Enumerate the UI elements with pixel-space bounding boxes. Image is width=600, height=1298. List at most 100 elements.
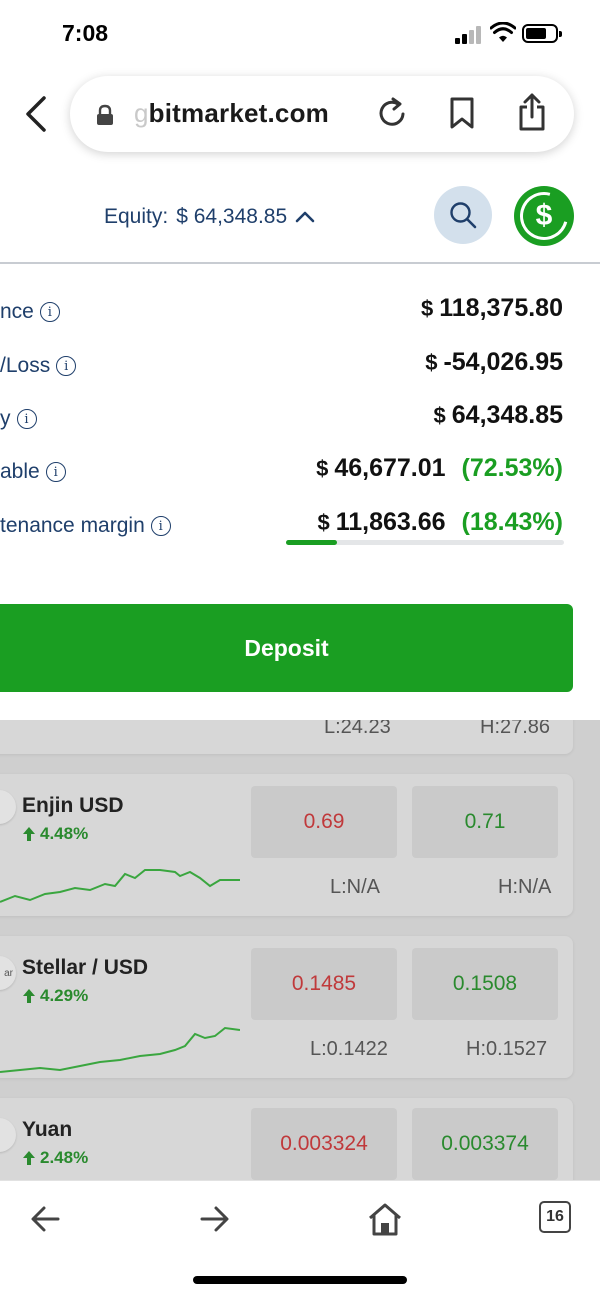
low-value: L:24.23: [324, 720, 391, 738]
account-value: $64,348.85: [434, 401, 563, 430]
account-label: tenance margin i: [0, 514, 171, 538]
account-percent: (72.53%): [461, 454, 563, 482]
bid-button[interactable]: 0.1485: [251, 948, 397, 1020]
equity-value: $ 64,348.85: [176, 205, 288, 228]
account-label-text: nce: [0, 300, 34, 323]
arrow-up-icon: [23, 1151, 35, 1165]
home-indicator: [193, 1276, 407, 1284]
instrument-change: 4.29%: [22, 986, 88, 1006]
instrument-card-stellar[interactable]: ar Stellar / USD 4.29% 0.1485 0.1508 L:0…: [0, 936, 573, 1078]
account-percent: (18.43%): [461, 508, 563, 536]
account-row-available: able i $46,677.01 (72.53%): [0, 454, 600, 494]
cellular-signal-icon: [455, 24, 483, 44]
instrument-list: L:24.23 H:27.86 Enjin USD 4.48% 0.69 0.7…: [0, 720, 600, 1180]
account-amount: -54,026.95: [443, 348, 563, 376]
account-label: nce i: [0, 300, 60, 324]
account-value: $11,863.66 (18.43%): [317, 508, 563, 537]
account-label-text: tenance margin: [0, 514, 145, 537]
lock-icon: [97, 104, 113, 125]
battery-icon: [522, 24, 562, 43]
account-summary-panel: nce i $118,375.80 /Loss i $ -54,026.95 yi $…: [0, 264, 600, 720]
currency-symbol: $: [433, 403, 446, 428]
flag-icon: [0, 1118, 16, 1152]
deposit-button[interactable]: Deposit: [0, 604, 573, 692]
chevron-up-icon: [295, 211, 315, 223]
ask-button[interactable]: 0.003374: [412, 1108, 558, 1180]
search-button[interactable]: [434, 186, 492, 244]
account-label-text: able: [0, 460, 40, 483]
account-amount: 46,677.01: [334, 454, 446, 482]
account-dollar-button[interactable]: $: [511, 183, 577, 249]
bookmark-icon[interactable]: [448, 96, 476, 130]
info-icon[interactable]: i: [45, 462, 66, 482]
currency-symbol: $: [421, 296, 434, 321]
instrument-card-yuan[interactable]: Yuan 2.48% 0.003324 0.003374: [0, 1098, 573, 1180]
search-icon: [450, 202, 477, 229]
account-label: able i: [0, 460, 66, 484]
share-icon[interactable]: [516, 92, 548, 132]
account-label-text: /Loss: [0, 354, 51, 377]
high-value: H:N/A: [498, 876, 552, 898]
tabs-button[interactable]: 16: [539, 1201, 571, 1233]
margin-progress-fill: [286, 540, 338, 545]
forward-arrow-icon[interactable]: [194, 1201, 234, 1237]
arrow-up-icon: [23, 827, 35, 841]
instrument-change: 4.48%: [22, 824, 88, 844]
coin-icon: [0, 790, 16, 824]
instrument-name: Enjin USD: [22, 794, 124, 817]
bid-button[interactable]: 0.003324: [251, 1108, 397, 1180]
account-label: yi: [0, 407, 37, 431]
ask-button[interactable]: 0.1508: [412, 948, 558, 1020]
coin-icon: ar: [0, 956, 16, 990]
url-faded-prefix: g: [134, 98, 149, 128]
info-icon[interactable]: i: [150, 516, 171, 536]
info-icon[interactable]: i: [16, 409, 37, 429]
currency-symbol: $: [425, 350, 438, 375]
info-icon[interactable]: i: [56, 356, 77, 376]
high-value: H:0.1527: [466, 1038, 548, 1060]
account-amount: 11,863.66: [335, 508, 446, 536]
wifi-icon: [490, 22, 516, 42]
back-arrow-icon[interactable]: [26, 1201, 66, 1237]
equity-toggle[interactable]: Equity: $ 64,348.85: [104, 205, 315, 229]
dollar-icon: $: [535, 199, 553, 232]
account-row-balance: nce i $118,375.80: [0, 294, 600, 334]
account-row-profit-loss: /Loss i $ -54,026.95: [0, 348, 600, 388]
account-amount: 118,375.80: [439, 294, 563, 322]
instrument-name: Yuan: [22, 1118, 73, 1141]
account-value: $118,375.80: [421, 294, 563, 323]
instrument-change-text: 4.29%: [40, 986, 89, 1005]
currency-symbol: $: [317, 510, 330, 535]
home-icon[interactable]: [365, 1201, 405, 1237]
ask-button[interactable]: 0.71: [412, 786, 558, 858]
account-value: $46,677.01 (72.53%): [316, 454, 563, 483]
instrument-card-enjin[interactable]: Enjin USD 4.48% 0.69 0.71 L:N/A H:N/A: [0, 774, 573, 916]
instrument-change-text: 4.48%: [40, 824, 89, 843]
account-row-equity: yi $64,348.85: [0, 401, 600, 441]
currency-symbol: $: [316, 456, 329, 481]
instrument-card[interactable]: L:24.23 H:27.86: [0, 720, 573, 754]
account-amount: 64,348.85: [451, 401, 563, 429]
url-domain: bitmarket.com: [148, 98, 329, 128]
bid-button[interactable]: 0.69: [251, 786, 397, 858]
status-bar: 7:08: [0, 0, 600, 70]
browser-back-chevron-icon[interactable]: [20, 94, 52, 134]
status-time: 7:08: [62, 20, 109, 46]
instrument-name: Stellar / USD: [22, 956, 149, 979]
instrument-change: 2.48%: [22, 1148, 88, 1168]
account-label: /Loss i: [0, 354, 77, 378]
low-value: L:0.1422: [310, 1038, 388, 1060]
account-label-text: y: [0, 407, 11, 430]
info-icon[interactable]: i: [39, 302, 60, 322]
address-bar[interactable]: gbitmarket.com: [70, 76, 574, 152]
instrument-change-text: 2.48%: [40, 1148, 89, 1167]
high-value: H:27.86: [480, 720, 551, 738]
url-text[interactable]: gbitmarket.com: [134, 98, 329, 129]
reload-icon[interactable]: [376, 96, 408, 130]
account-value: $ -54,026.95: [425, 348, 563, 377]
sparkline-icon: [0, 1026, 240, 1073]
sparkline-icon: [0, 869, 240, 903]
equity-label: Equity:: [104, 205, 169, 228]
low-value: L:N/A: [330, 876, 381, 898]
margin-progress-bar: [286, 540, 564, 545]
